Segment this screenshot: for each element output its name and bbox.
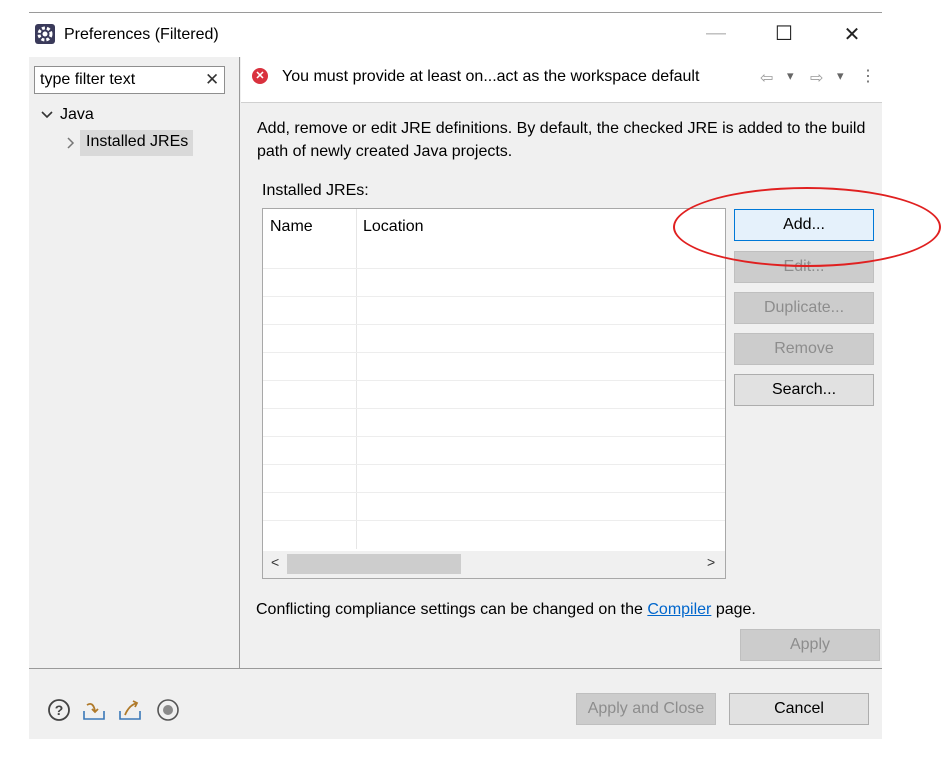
column-header-location[interactable]: Location: [363, 218, 424, 236]
close-button[interactable]: ✕: [832, 22, 872, 47]
record-icon[interactable]: [155, 697, 181, 723]
page-description: Add, remove or edit JRE definitions. By …: [257, 120, 866, 160]
eclipse-preferences-icon: [35, 24, 55, 44]
duplicate-button[interactable]: Duplicate...: [734, 292, 874, 324]
scrollbar-thumb[interactable]: [287, 554, 461, 574]
cancel-button[interactable]: Cancel: [729, 693, 869, 725]
compiler-link[interactable]: Compiler: [647, 601, 711, 618]
help-icon[interactable]: ?: [46, 697, 72, 723]
minimize-button[interactable]: —: [696, 22, 736, 45]
table-row: [263, 464, 725, 465]
header-divider: [241, 102, 882, 103]
compliance-prefix: Conflicting compliance settings can be c…: [256, 601, 648, 618]
remove-button[interactable]: Remove: [734, 333, 874, 365]
apply-and-close-button[interactable]: Apply and Close: [576, 693, 716, 725]
back-icon[interactable]: ⇦: [760, 68, 773, 88]
window-title: Preferences (Filtered): [64, 26, 219, 43]
installed-jres-label: Installed JREs:: [262, 182, 369, 199]
table-row: [263, 436, 725, 437]
compliance-suffix: page.: [711, 601, 756, 618]
scroll-right-icon[interactable]: >: [707, 554, 715, 570]
svg-text:?: ?: [55, 702, 64, 718]
footer-divider: [29, 668, 882, 669]
error-icon: ✕: [252, 68, 268, 84]
column-header-name[interactable]: Name: [270, 218, 313, 236]
export-icon[interactable]: [117, 697, 143, 723]
search-button[interactable]: Search...: [734, 374, 874, 406]
compliance-note: Conflicting compliance settings can be c…: [256, 601, 756, 619]
table-row: [263, 408, 725, 409]
filter-placeholder: type filter text: [40, 71, 136, 88]
table-row: [263, 520, 725, 521]
scroll-left-icon[interactable]: <: [271, 554, 279, 570]
table-row: [263, 352, 725, 353]
back-dropdown-icon[interactable]: ▾: [787, 68, 794, 84]
error-message: You must provide at least on...act as th…: [282, 68, 700, 85]
import-icon[interactable]: [81, 697, 107, 723]
table-row: [263, 324, 725, 325]
column-separator: [356, 209, 357, 549]
chevron-down-icon[interactable]: [40, 110, 54, 120]
table-row: [263, 492, 725, 493]
table-row: [263, 380, 725, 381]
forward-dropdown-icon[interactable]: ▾: [837, 68, 844, 84]
table-row: [263, 296, 725, 297]
sidebar-divider: [239, 57, 240, 668]
tree-item-java[interactable]: Java: [60, 106, 94, 124]
tree-item-installed-jres[interactable]: Installed JREs: [86, 133, 188, 151]
apply-button[interactable]: Apply: [740, 629, 880, 661]
forward-icon[interactable]: ⇨: [810, 68, 823, 88]
annotation-circle: [673, 187, 941, 267]
maximize-button[interactable]: ☐: [764, 21, 804, 46]
clear-filter-icon[interactable]: ✕: [205, 70, 219, 90]
chevron-right-icon[interactable]: [66, 136, 76, 150]
jre-table[interactable]: < >: [262, 208, 726, 579]
table-row: [263, 268, 725, 269]
horizontal-scrollbar[interactable]: < >: [263, 551, 725, 578]
view-menu-icon[interactable]: ⋮: [860, 66, 876, 86]
